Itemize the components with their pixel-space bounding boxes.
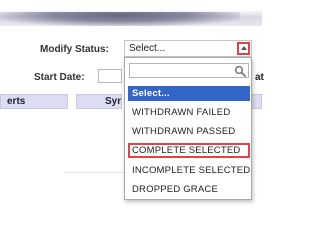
select-current-value: Select...	[129, 43, 166, 54]
dropdown-option-incomplete-selected[interactable]: INCOMPLETE SELECTED	[128, 163, 250, 178]
window-shadow	[0, 0, 262, 28]
dropdown-option-withdrawn-passed[interactable]: WITHDRAWN PASSED	[128, 124, 250, 139]
modify-status-label: Modify Status:	[40, 44, 109, 55]
modify-status-select[interactable]: Select...	[124, 40, 252, 57]
chevron-up-icon[interactable]	[237, 42, 250, 55]
dropdown-option-complete-selected[interactable]: COMPLETE SELECTED	[128, 143, 250, 158]
dropdown-search-input[interactable]	[129, 63, 249, 78]
dropdown-option-select[interactable]: Select...	[128, 86, 250, 101]
start-date-input[interactable]	[98, 69, 122, 83]
divider	[64, 172, 126, 173]
tab-sync[interactable]: Sync	[76, 94, 122, 109]
tab-alerts[interactable]: erts	[0, 94, 68, 109]
start-date-label: Start Date:	[34, 72, 85, 83]
dropdown-option-dropped-grace[interactable]: DROPPED GRACE	[128, 182, 250, 197]
status-dropdown-list: Select... WITHDRAWN FAILED WITHDRAWN PAS…	[124, 57, 252, 200]
search-icon[interactable]	[234, 65, 246, 77]
partial-label: at	[255, 72, 264, 83]
dropdown-option-withdrawn-failed[interactable]: WITHDRAWN FAILED	[128, 105, 250, 120]
